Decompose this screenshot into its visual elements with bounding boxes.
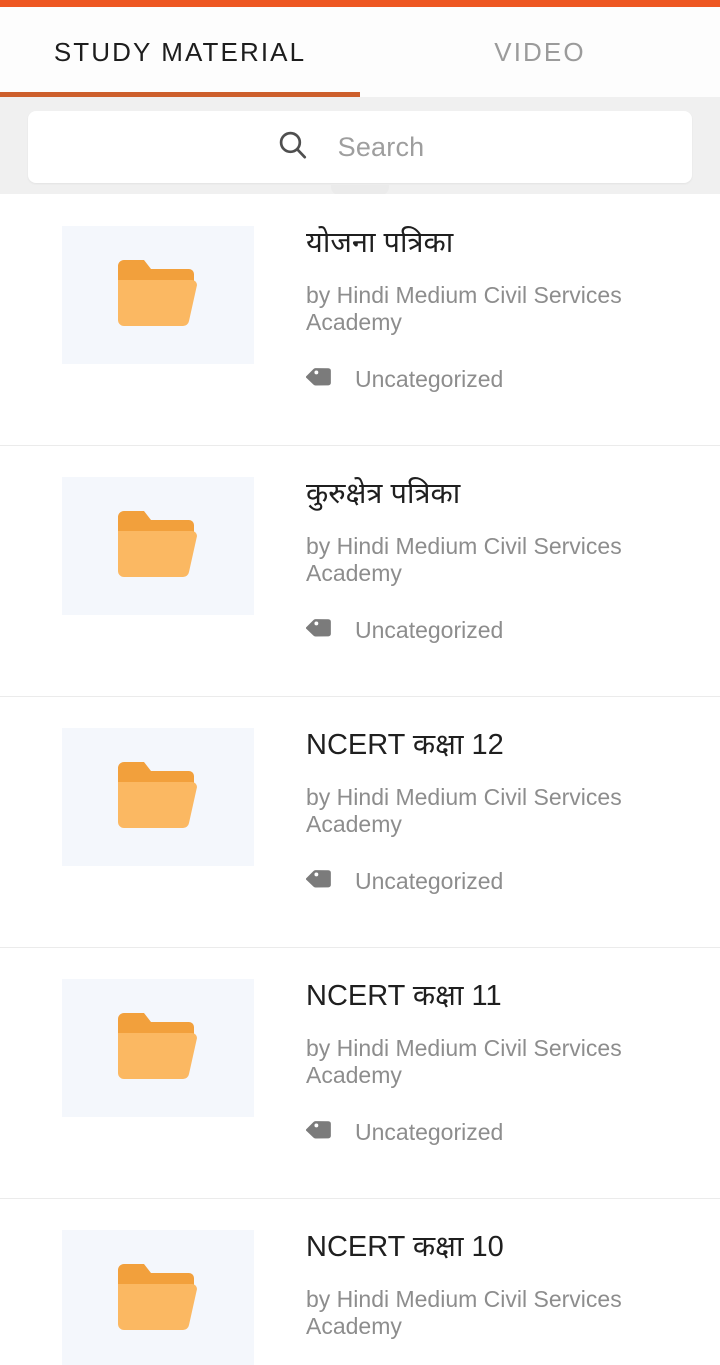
- list-item[interactable]: कुरुक्षेत्र पत्रिका by Hindi Medium Civi…: [0, 445, 720, 696]
- item-body: NCERT कक्षा 12 by Hindi Medium Civil Ser…: [305, 728, 696, 899]
- item-author: by Hindi Medium Civil Services Academy: [306, 281, 622, 335]
- item-body: NCERT कक्षा 10 by Hindi Medium Civil Ser…: [306, 1230, 696, 1365]
- item-thumbnail: [62, 226, 254, 364]
- search-icon: [276, 128, 310, 167]
- search-band: Search: [0, 97, 720, 195]
- item-author: by Hindi Medium Civil Services Academy: [306, 532, 622, 586]
- item-title: NCERT कक्षा 12: [306, 729, 504, 761]
- item-tag-label: Uncategorized: [355, 868, 504, 895]
- item-thumbnail: [62, 728, 254, 866]
- tag-icon: [305, 362, 336, 397]
- folder-icon: [112, 505, 204, 588]
- tag-icon: [305, 613, 336, 648]
- item-tag-label: Uncategorized: [355, 1119, 504, 1146]
- study-material-list: योजना पत्रिका by Hindi Medium Civil Serv…: [0, 194, 720, 1365]
- tag-icon: [305, 1115, 336, 1150]
- folder-icon: [112, 254, 204, 337]
- item-thumbnail: [62, 979, 254, 1117]
- tab-video-label: VIDEO: [494, 36, 586, 67]
- app-root: STUDY MATERIAL VIDEO Search योजना पत्रिक…: [0, 0, 720, 1365]
- item-tag-label: Uncategorized: [355, 617, 504, 644]
- item-body: NCERT कक्षा 11 by Hindi Medium Civil Ser…: [305, 979, 696, 1150]
- item-tag: Uncategorized: [305, 613, 676, 648]
- top-accent-bar: [0, 0, 720, 7]
- item-tag: Uncategorized: [305, 362, 676, 397]
- tab-video[interactable]: VIDEO: [360, 7, 720, 97]
- folder-icon: [112, 1258, 204, 1341]
- list-item[interactable]: NCERT कक्षा 11 by Hindi Medium Civil Ser…: [0, 947, 720, 1198]
- item-title: NCERT कक्षा 11: [306, 980, 502, 1012]
- search-input[interactable]: Search: [28, 111, 692, 183]
- item-author: by Hindi Medium Civil Services Academy: [306, 1285, 622, 1339]
- item-author: by Hindi Medium Civil Services Academy: [306, 783, 622, 837]
- item-title: NCERT कक्षा 10: [306, 1231, 504, 1263]
- item-body: कुरुक्षेत्र पत्रिका by Hindi Medium Civi…: [305, 477, 696, 648]
- folder-icon: [112, 756, 204, 839]
- tab-study-material-label: STUDY MATERIAL: [53, 36, 307, 67]
- folder-icon: [112, 1007, 204, 1090]
- item-tag-label: Uncategorized: [355, 366, 504, 393]
- search-placeholder: Search: [337, 131, 425, 162]
- tag-icon: [305, 864, 336, 899]
- tab-study-material[interactable]: STUDY MATERIAL: [0, 7, 360, 97]
- item-thumbnail: [62, 1230, 254, 1365]
- item-tag: Uncategorized: [305, 1115, 676, 1150]
- item-author: by Hindi Medium Civil Services Academy: [306, 1034, 622, 1088]
- item-title: योजना पत्रिका: [306, 227, 454, 259]
- item-body: योजना पत्रिका by Hindi Medium Civil Serv…: [305, 226, 696, 397]
- list-item[interactable]: योजना पत्रिका by Hindi Medium Civil Serv…: [0, 194, 720, 445]
- item-tag: Uncategorized: [305, 864, 676, 899]
- list-item[interactable]: NCERT कक्षा 12 by Hindi Medium Civil Ser…: [0, 696, 720, 947]
- list-item[interactable]: NCERT कक्षा 10 by Hindi Medium Civil Ser…: [0, 1198, 720, 1365]
- item-thumbnail: [62, 477, 254, 615]
- item-title: कुरुक्षेत्र पत्रिका: [306, 478, 461, 510]
- tab-bar: STUDY MATERIAL VIDEO: [0, 7, 720, 97]
